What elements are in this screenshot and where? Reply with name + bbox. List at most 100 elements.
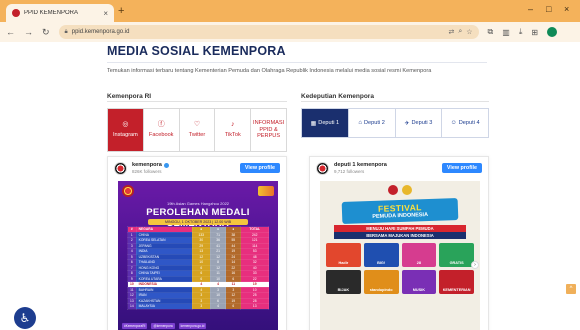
tab-label: Deputi 1 xyxy=(318,120,340,126)
maximize-icon[interactable]: □ xyxy=(546,4,551,14)
reload-icon[interactable]: ↻ xyxy=(42,27,50,38)
bookmark-star-icon[interactable]: ☆ xyxy=(466,28,472,36)
forward-icon[interactable]: → xyxy=(24,27,33,37)
carousel-next-icon[interactable]: › xyxy=(471,261,479,269)
tab-label: Deputi 4 xyxy=(458,120,480,126)
section-divider-left xyxy=(107,101,287,102)
tab-facebook[interactable]: ⓕ Facebook xyxy=(143,109,180,151)
post-logo-row xyxy=(320,185,480,195)
festival-tile: KEMENTERIAN xyxy=(439,270,474,294)
footer-tag: @kemenpora xyxy=(151,323,175,329)
table-cell: 3 xyxy=(191,303,211,310)
festival-tagline: MENUJU HARI SUMPAH PEMUDA xyxy=(334,225,466,232)
avatar[interactable] xyxy=(114,161,127,175)
deputi-embed-card: deputi 1 kemenpora 9,712 followers View … xyxy=(309,156,489,330)
account-info: deputi 1 kemenpora 9,712 followers xyxy=(334,162,437,174)
url-bar[interactable]: 🔒︎ ppid.kemenpora.go.id ⇄ ⌕ ☆ xyxy=(58,25,479,39)
account-name[interactable]: kemenpora xyxy=(132,162,235,168)
title-divider xyxy=(107,62,487,63)
post-event: 19th Asian Games Hangzhou 2022 xyxy=(166,201,230,206)
festival-tile: Hadir xyxy=(326,243,361,267)
page-title: MEDIA SOSIAL KEMENPORA xyxy=(107,44,286,58)
tab-label: Facebook xyxy=(148,132,174,139)
festival-word: PEMUDA xyxy=(372,213,397,220)
festival-tile: standupindo xyxy=(363,270,399,294)
footer-tag: #KemenporaRI xyxy=(122,323,148,329)
partner-logo-icon xyxy=(402,185,412,195)
section-divider-right xyxy=(301,101,489,102)
table-cell: 6 xyxy=(225,303,242,310)
browser-tab[interactable]: PPID KEMENPORA × xyxy=(6,4,114,22)
festival-tile: 28 xyxy=(401,243,437,267)
table-cell: 14 xyxy=(127,303,137,310)
deputi-tabs: ▦ Deputi 1 ⌂ Deputi 2 ✈ Deputi 3 ☺ Deput… xyxy=(301,108,489,138)
post-image-festival[interactable]: FESTIVAL PEMUDA INDONESIA MENUJU HARI SU… xyxy=(320,181,480,330)
festival-tile: BIG! xyxy=(363,243,399,267)
tab-informasi-ppid[interactable]: INFORMASI PPID & PERPUS xyxy=(251,109,286,151)
section-title-kemenpora: Kemenpora RI xyxy=(107,93,152,100)
medal-table: # NEGARA ● ● ● TOTAL 1 CHINA 133 71 38 242 2 KO… xyxy=(127,226,269,310)
medal-table-body: 1 CHINA 133 71 38 242 2 KOREA SELATAN 30 36 55 121 3… xyxy=(127,231,269,310)
section-title-kedeputian: Kedeputian Kemenpora xyxy=(301,93,374,100)
kemenpora-emblem-icon xyxy=(122,185,134,197)
username: deputi 1 kemenpora xyxy=(334,162,387,168)
festival-tile: MUSIK xyxy=(401,270,437,294)
table-cell: MALAYSIA xyxy=(135,303,193,310)
url-text: ppid.kemenpora.go.id xyxy=(71,29,130,35)
minimize-icon[interactable]: – xyxy=(528,4,533,14)
table-row: 14 MALAYSIA 3 4 6 13 xyxy=(127,303,269,310)
post-image-medal-tally[interactable]: 19th Asian Games Hangzhou 2022 PEROLEHAN… xyxy=(118,181,278,330)
footer-tag: kemenpora.go.id xyxy=(178,323,207,329)
extensions-icon[interactable]: ⧉ xyxy=(488,27,494,37)
avatar[interactable] xyxy=(316,161,329,175)
tab-label: Deputi 2 xyxy=(364,120,385,126)
tab-tiktok[interactable]: ♪ TikTok xyxy=(215,109,252,151)
people-icon: ☺ xyxy=(450,120,457,126)
tab-label: Deputi 3 xyxy=(411,120,433,126)
view-profile-button[interactable]: View profile xyxy=(441,163,482,173)
run-icon: ✈ xyxy=(404,120,410,127)
back-icon[interactable]: ← xyxy=(6,27,15,37)
new-tab-button[interactable]: + xyxy=(118,5,124,17)
close-tab-icon[interactable]: × xyxy=(103,9,108,18)
profile-avatar[interactable] xyxy=(547,27,558,37)
download-icon[interactable]: ⤓ xyxy=(519,27,523,37)
tab-deputi-4[interactable]: ☺ Deputi 4 xyxy=(442,109,488,137)
translate-icon[interactable]: ⇄ xyxy=(448,28,454,36)
festival-tiles: Hadir BIG! 28 GRATIS BIJAK standupindo MUSIK KE… xyxy=(326,243,474,294)
table-cell: 13 xyxy=(240,303,269,310)
instagram-embed-card: kemenpora 826K followers View profile 19… xyxy=(107,156,287,330)
accessibility-icon[interactable]: ♿︎ xyxy=(14,307,36,329)
close-window-icon[interactable]: × xyxy=(564,4,569,14)
festival-tile: BIJAK xyxy=(326,270,361,294)
profile-grid-icon[interactable]: ⊞ xyxy=(531,28,538,37)
festival-tile: GRATIS xyxy=(439,243,474,267)
tab-label: INFORMASI PPID & PERPUS xyxy=(253,119,285,140)
table-cell: 4 xyxy=(209,303,227,310)
twitter-icon: ♡ xyxy=(193,120,201,128)
tab-label: Twitter xyxy=(188,132,206,139)
instagram-icon: ◎ xyxy=(122,120,129,128)
tab-deputi-2[interactable]: ⌂ Deputi 2 xyxy=(348,109,396,137)
page-content: MEDIA SOSIAL KEMENPORA Temukan informasi… xyxy=(0,42,580,330)
chart-icon: ▦ xyxy=(310,120,317,127)
sidebar-icon[interactable]: ▥ xyxy=(502,28,510,37)
tiktok-icon: ♪ xyxy=(231,120,235,128)
lock-icon: 🔒︎ xyxy=(64,28,68,35)
zoom-icon[interactable]: ⌕ xyxy=(458,28,462,36)
account-info: kemenpora 826K followers xyxy=(132,162,235,174)
view-profile-button[interactable]: View profile xyxy=(239,163,280,173)
tab-deputi-1[interactable]: ▦ Deputi 1 xyxy=(302,109,349,137)
tab-instagram[interactable]: ◎ Instagram xyxy=(108,109,144,151)
verified-icon xyxy=(163,162,169,168)
scroll-to-top-icon[interactable]: ^ xyxy=(566,284,576,294)
tab-deputi-3[interactable]: ✈ Deputi 3 xyxy=(395,109,443,137)
post-date: MINGGU, 1 OKTOBER 2023 | 12.00 WIB xyxy=(148,219,248,225)
follower-count: 9,712 followers xyxy=(334,169,365,174)
account-name[interactable]: deputi 1 kemenpora xyxy=(334,162,437,168)
post-logo-row xyxy=(122,185,274,197)
tab-twitter[interactable]: ♡ Twitter xyxy=(179,109,216,151)
embed-header: kemenpora 826K followers View profile xyxy=(108,157,286,179)
facebook-icon: ⓕ xyxy=(157,120,165,128)
address-bar-row: ← → ↻ 🔒︎ ppid.kemenpora.go.id ⇄ ⌕ ☆ ⧉ ▥ … xyxy=(0,22,580,42)
